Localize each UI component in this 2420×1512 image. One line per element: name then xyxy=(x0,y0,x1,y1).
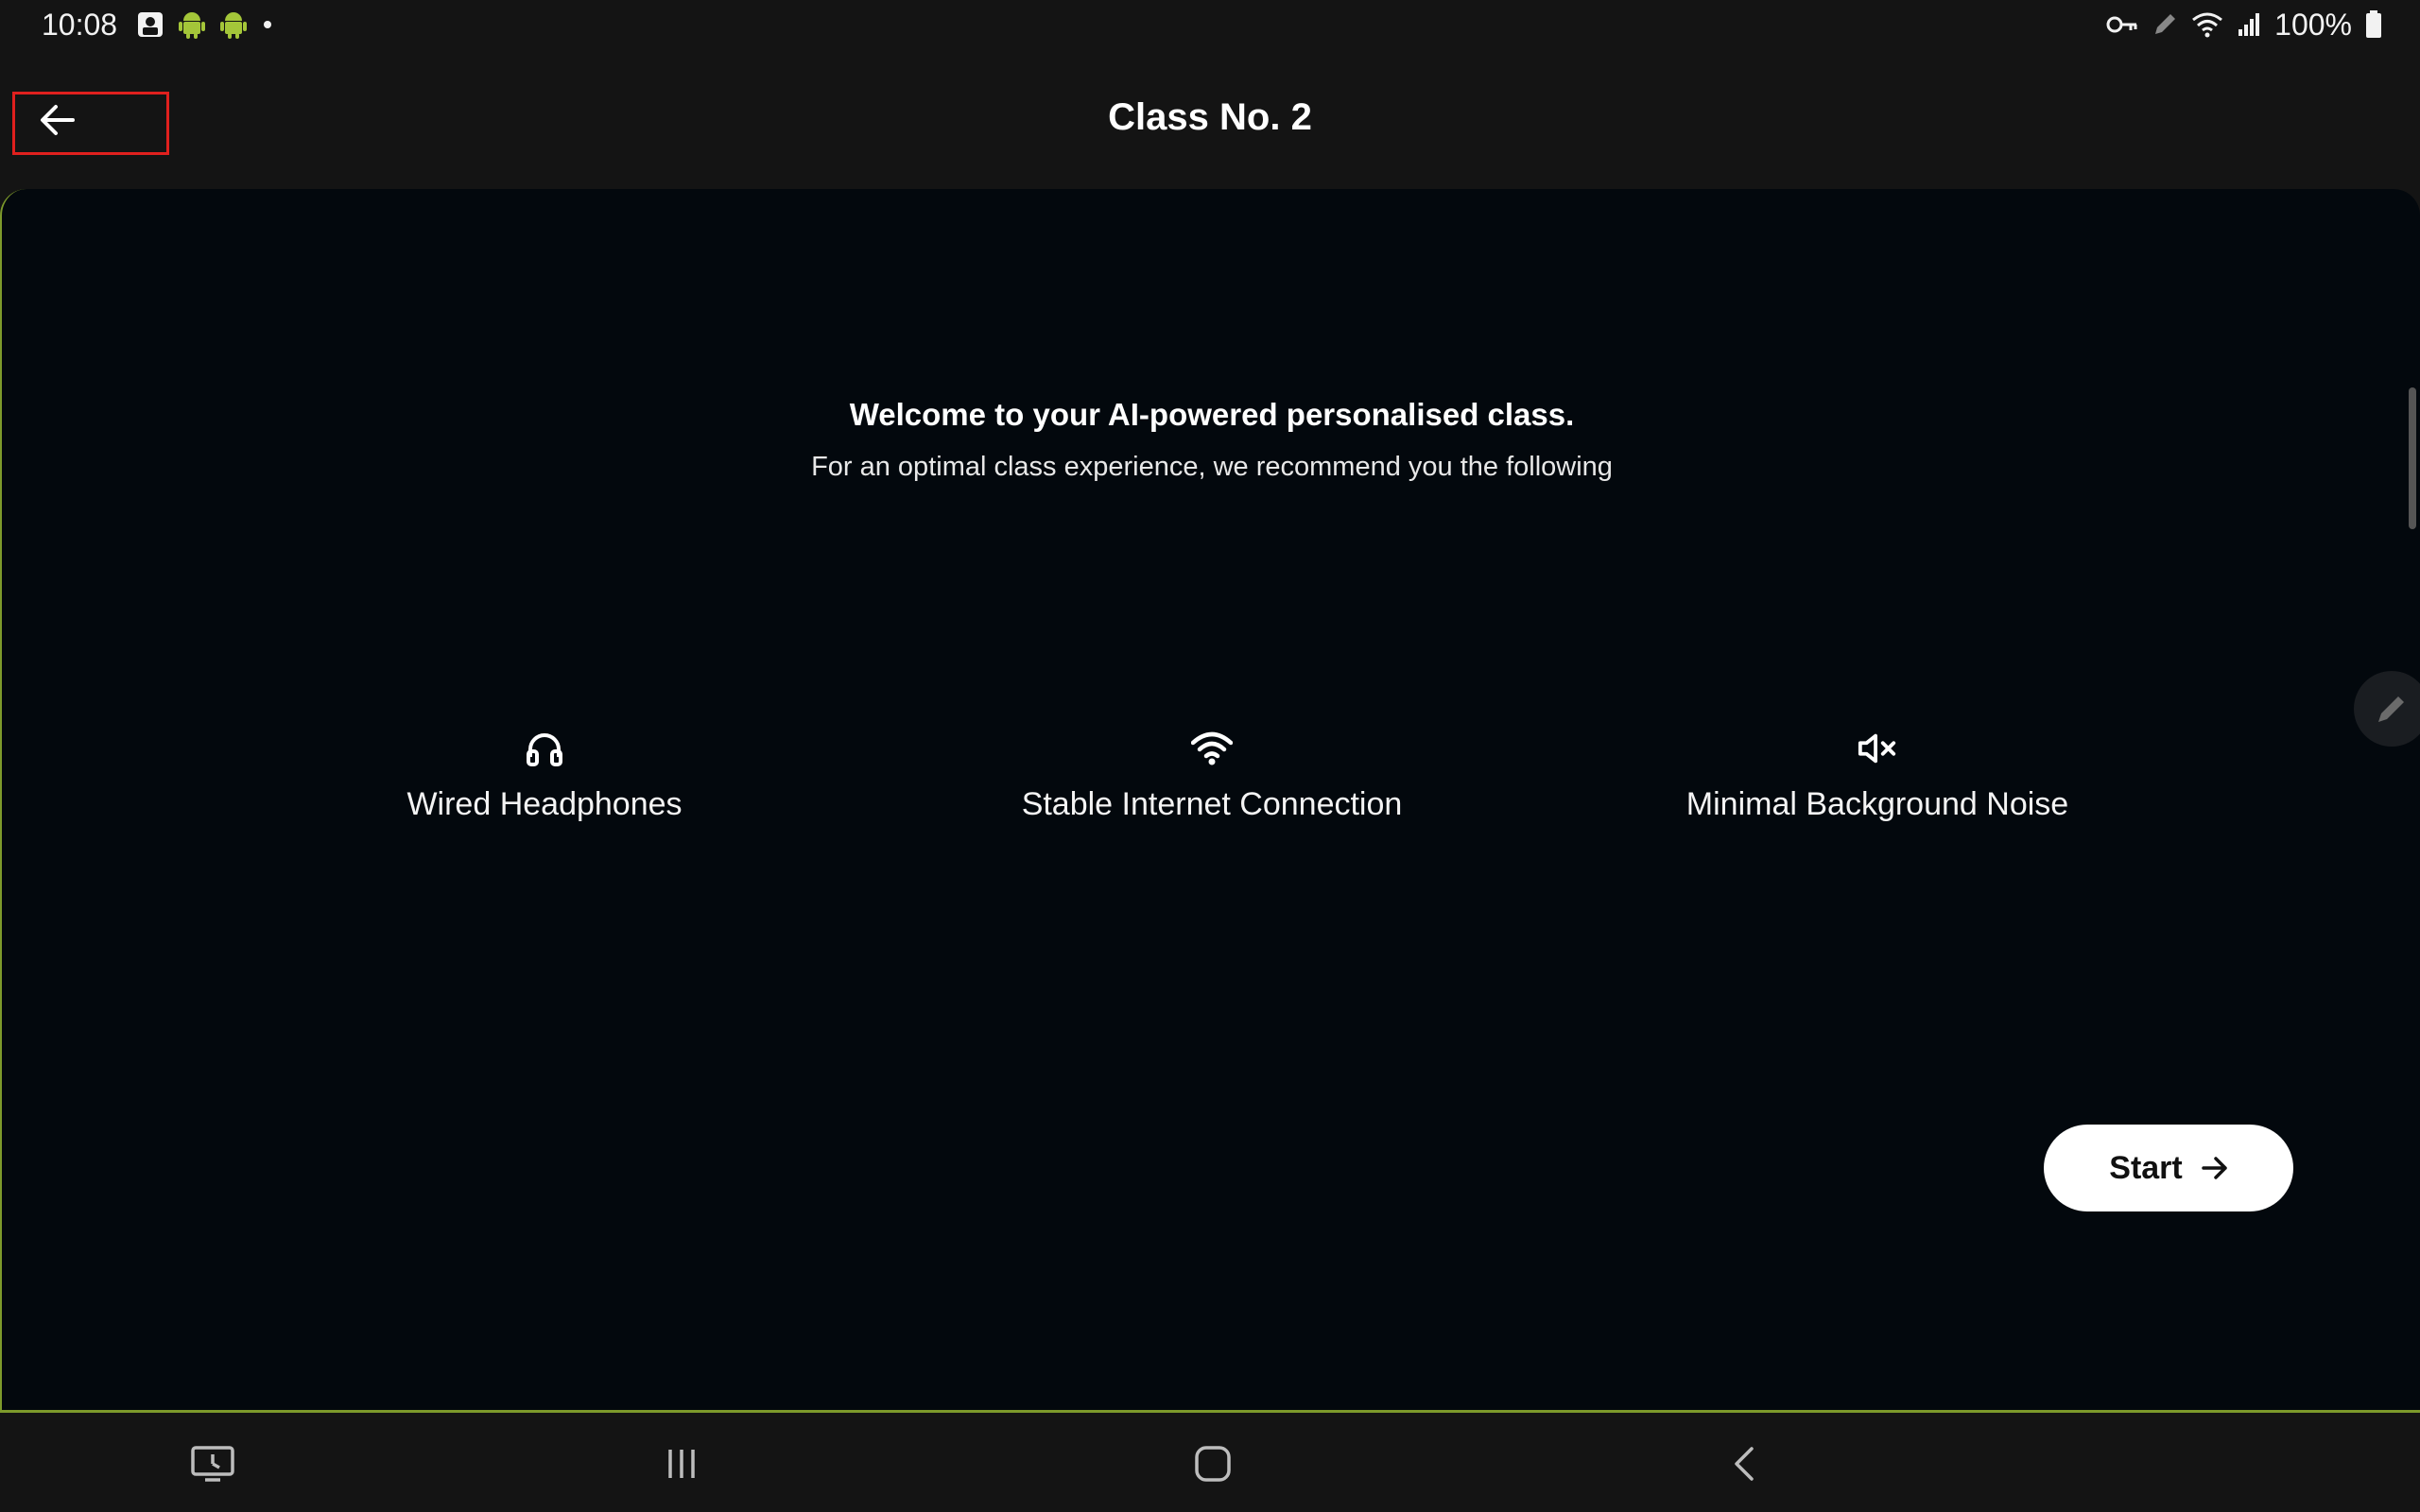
nav-bar xyxy=(0,1415,2420,1512)
signal-icon xyxy=(2237,12,2261,37)
status-bar: 10:08 100% xyxy=(0,0,2420,49)
battery-percentage: 100% xyxy=(2274,7,2352,42)
welcome-title: Welcome to your AI-powered personalised … xyxy=(849,397,1575,432)
android-icon xyxy=(219,9,248,40)
edit-handle[interactable] xyxy=(2354,671,2420,747)
content-card: Welcome to your AI-powered personalised … xyxy=(0,189,2420,1413)
status-time: 10:08 xyxy=(42,7,118,42)
dot-icon xyxy=(261,18,274,31)
wifi-icon xyxy=(1191,728,1233,769)
recent-apps-button[interactable] xyxy=(648,1435,715,1492)
notification-icon xyxy=(136,10,164,39)
recommendation-headphones: Wired Headphones xyxy=(251,728,838,823)
pen-icon xyxy=(2378,696,2404,722)
arrow-right-icon xyxy=(2201,1157,2227,1179)
status-right: 100% xyxy=(2106,8,2382,43)
recommendation-internet: Stable Internet Connection xyxy=(919,728,1505,823)
recent-apps-icon xyxy=(668,1450,695,1478)
start-button-label: Start xyxy=(2109,1149,2183,1186)
battery-icon xyxy=(2365,10,2382,39)
app-bar: Class No. 2 xyxy=(0,49,2420,189)
back-nav-button[interactable] xyxy=(1711,1435,1777,1492)
page-title: Class No. 2 xyxy=(1108,96,1312,138)
start-button[interactable]: Start xyxy=(2044,1125,2293,1211)
recommendation-label: Minimal Background Noise xyxy=(1685,786,2069,822)
recommendation-noise: Minimal Background Noise xyxy=(1584,728,2170,823)
screen-share-icon xyxy=(191,1446,234,1482)
status-left: 10:08 xyxy=(42,8,274,43)
mute-icon xyxy=(1857,728,1898,769)
scrollbar[interactable] xyxy=(2409,387,2416,529)
wifi-icon xyxy=(2191,11,2223,38)
key-icon xyxy=(2106,14,2138,35)
screen-share-button[interactable] xyxy=(180,1435,246,1492)
recommendation-label: Stable Internet Connection xyxy=(1021,786,1403,822)
home-icon xyxy=(1195,1446,1231,1482)
screen: 10:08 100% Class No. 2 Welcome to your A… xyxy=(0,0,2420,1512)
pen-icon xyxy=(2152,11,2178,38)
headphones-icon xyxy=(524,728,565,769)
android-icon xyxy=(178,9,206,40)
welcome-subtitle: For an optimal class experience, we reco… xyxy=(811,452,1613,482)
home-button[interactable] xyxy=(1180,1435,1246,1492)
back-icon xyxy=(1735,1447,1754,1481)
recommendation-label: Wired Headphones xyxy=(406,786,683,822)
